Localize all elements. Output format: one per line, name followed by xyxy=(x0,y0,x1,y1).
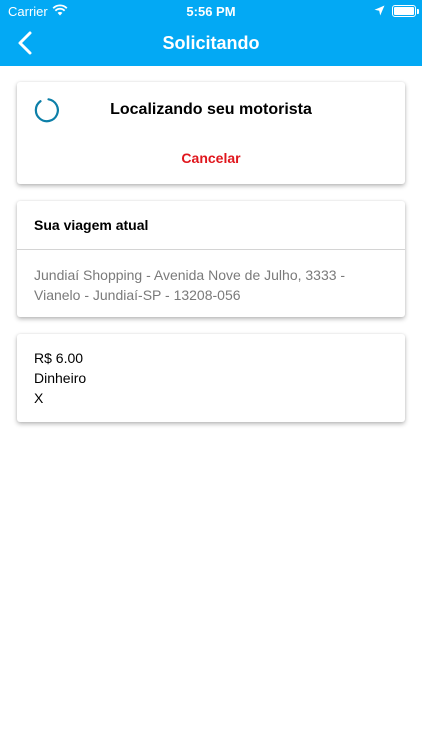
clock-time: 5:56 PM xyxy=(186,4,236,19)
cancel-button[interactable]: Cancelar xyxy=(167,148,255,168)
trip-heading: Sua viagem atual xyxy=(34,217,149,233)
battery-nub xyxy=(417,9,419,14)
divider xyxy=(17,249,405,250)
payment-method: Dinheiro xyxy=(34,370,87,386)
app-header: Carrier 5:56 PM Solicitando xyxy=(0,0,422,66)
current-trip-card: Sua viagem atual Jundiaí Shopping - Aven… xyxy=(17,201,405,317)
request-status-card: Localizando seu motorista Cancelar xyxy=(17,82,405,184)
page-title: Solicitando xyxy=(162,33,260,53)
status-bar: Carrier 5:56 PM xyxy=(0,0,422,22)
status-message: Localizando seu motorista xyxy=(110,101,312,118)
extra-info: X xyxy=(34,390,44,406)
location-arrow-icon xyxy=(374,5,385,16)
battery-icon xyxy=(392,5,416,17)
trip-price: R$ 6.00 xyxy=(34,350,84,366)
trip-address: Jundiaí Shopping - Avenida Nove de Julho… xyxy=(34,267,346,303)
payment-card: R$ 6.00 Dinheiro X xyxy=(17,334,405,422)
